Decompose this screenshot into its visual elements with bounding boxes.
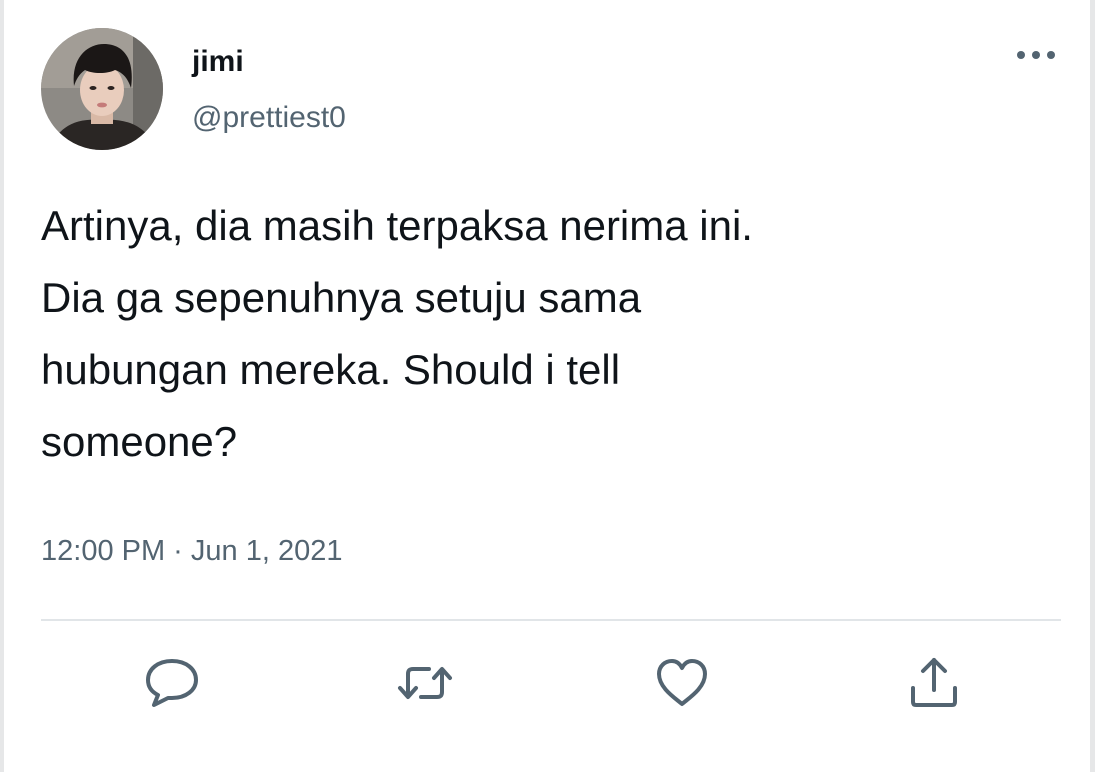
retweet-button[interactable] <box>394 652 456 714</box>
author-handle[interactable]: @prettiest0 <box>192 100 346 136</box>
retweet-arrows-icon <box>398 667 452 699</box>
share-button[interactable] <box>903 652 965 714</box>
more-options-button[interactable] <box>1008 40 1064 70</box>
divider <box>41 619 1061 621</box>
card-right-border <box>1090 0 1095 772</box>
speech-bubble-icon <box>146 659 198 707</box>
tweet-text: Artinya, dia masih terpaksa nerima ini. … <box>41 202 753 465</box>
more-horizontal-icon <box>1017 51 1055 59</box>
share-upload-icon <box>911 658 957 707</box>
tweet-timestamp[interactable]: 12:00 PM · Jun 1, 2021 <box>41 533 342 569</box>
tweet-card: jimi @prettiest0 Artinya, dia masih terp… <box>0 0 1095 772</box>
author-display-name[interactable]: jimi <box>192 44 244 80</box>
card-left-border <box>0 0 4 772</box>
like-button[interactable] <box>651 652 713 714</box>
avatar[interactable] <box>41 28 163 150</box>
reply-button[interactable] <box>141 652 203 714</box>
heart-icon <box>657 659 707 706</box>
